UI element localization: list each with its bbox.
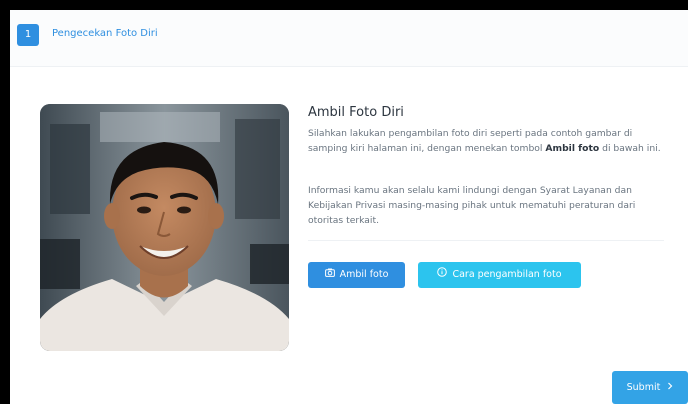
- instruction-text: Silahkan lakukan pengambilan foto diri s…: [308, 126, 664, 156]
- take-photo-button[interactable]: Ambil foto: [308, 262, 405, 288]
- camera-icon: [324, 262, 335, 288]
- section-title: Ambil Foto Diri: [308, 105, 404, 120]
- take-photo-label: Ambil foto: [339, 269, 389, 280]
- submit-button[interactable]: Submit: [612, 371, 688, 404]
- step-title: Pengecekan Foto Diri: [52, 28, 158, 39]
- how-to-take-photo-label: Cara pengambilan foto: [452, 269, 562, 280]
- privacy-text: Informasi kamu akan selalu kami lindungi…: [308, 185, 636, 226]
- app-frame: 1 Pengecekan Foto Diri Ambil Foto Diri S…: [10, 10, 688, 404]
- divider: [308, 240, 664, 241]
- info-circle-icon: [437, 262, 448, 288]
- example-selfie-photo: [40, 104, 289, 351]
- instruction-text-bold: Ambil foto: [545, 143, 600, 154]
- step-header: 1 Pengecekan Foto Diri: [10, 10, 688, 67]
- chevron-right-icon: [667, 371, 673, 404]
- step-number-badge: 1: [17, 24, 39, 46]
- how-to-take-photo-button[interactable]: Cara pengambilan foto: [418, 262, 581, 288]
- submit-label: Submit: [626, 382, 661, 393]
- instruction-text-end: di bawah ini.: [599, 143, 661, 154]
